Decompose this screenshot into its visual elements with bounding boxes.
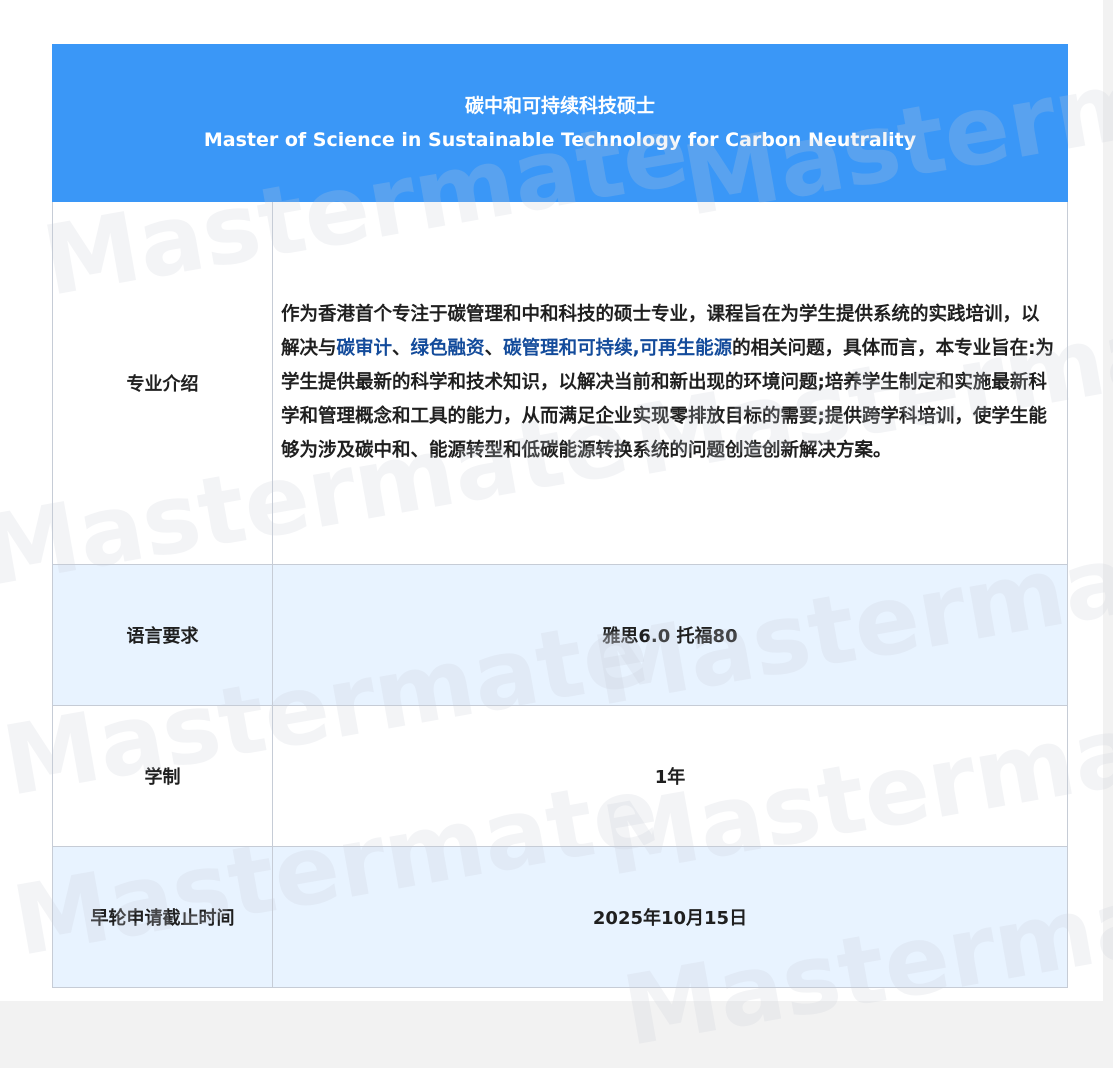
program-title: 碳中和可持续科技硕士 Master of Science in Sustaina… [52, 44, 1068, 202]
program-card: 碳中和可持续科技硕士 Master of Science in Sustaina… [0, 0, 1113, 1068]
language-label: 语言要求 [52, 564, 273, 706]
language-value: 雅思6.0 托福80 [272, 564, 1068, 706]
intro-label: 专业介绍 [52, 201, 273, 565]
duration-label: 学制 [52, 705, 273, 847]
deadline-value: 2025年10月15日 [272, 846, 1068, 988]
table-row-duration: 学制 1年 [52, 705, 1068, 847]
deadline-label: 早轮申请截止时间 [52, 846, 273, 988]
intro-separator: 、 [392, 338, 411, 359]
keyword-carbon-management: 碳管理和可持续 [503, 338, 633, 359]
intro-separator: 、 [484, 338, 504, 359]
keyword-green-finance: 绿色融资 [410, 338, 485, 359]
intro-separator: , [632, 338, 640, 359]
program-info-table: 碳中和可持续科技硕士 Master of Science in Sustaina… [52, 44, 1068, 988]
duration-value: 1年 [272, 705, 1068, 847]
table-row-intro: 专业介绍 作为香港首个专注于碳管理和中和科技的硕士专业，课程旨在为学生提供系统的… [52, 201, 1068, 565]
header-row: 碳中和可持续科技硕士 Master of Science in Sustaina… [52, 44, 1068, 202]
intro-text: 作为香港首个专注于碳管理和中和科技的硕士专业，课程旨在为学生提供系统的实践培训，… [272, 201, 1068, 565]
table-row-deadline: 早轮申请截止时间 2025年10月15日 [52, 846, 1068, 988]
program-title-en: Master of Science in Sustainable Technol… [203, 129, 917, 151]
table-row-language: 语言要求 雅思6.0 托福80 [52, 564, 1068, 706]
keyword-carbon-audit: 碳审计 [336, 338, 393, 359]
program-title-cn: 碳中和可持续科技硕士 [464, 95, 655, 117]
keyword-renewable-energy: 可再生能源 [639, 338, 733, 359]
